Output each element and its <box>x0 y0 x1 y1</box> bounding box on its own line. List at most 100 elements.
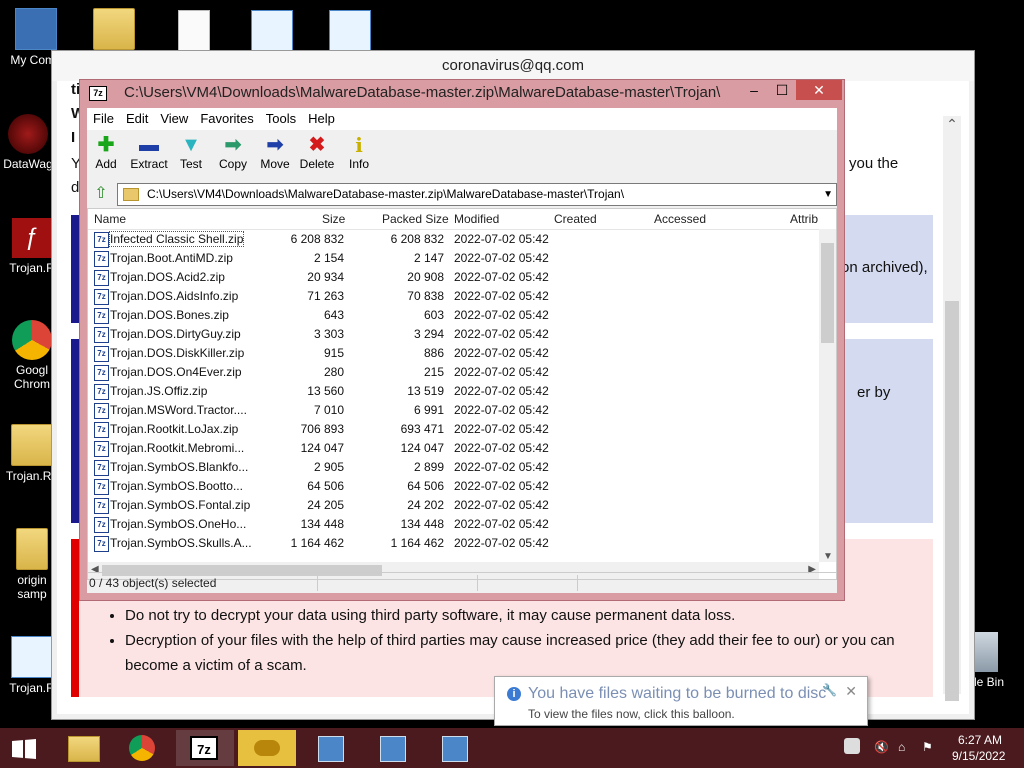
column-size[interactable]: Size <box>322 212 345 226</box>
file-packed-size: 603 <box>423 308 444 322</box>
note-scrollbar[interactable]: ⌃ <box>943 116 961 701</box>
note-scroll-thumb[interactable] <box>945 301 959 701</box>
file-packed-size: 693 471 <box>400 422 444 436</box>
file-modified: 2022-07-02 05:42 <box>454 422 549 436</box>
folder-doc-icon <box>11 424 53 466</box>
file-size: 13 560 <box>307 384 344 398</box>
file-row[interactable]: 7z Trojan.JS.Offiz.zip 13 560 13 519 2022-07… <box>88 381 818 400</box>
taskbar-7zip[interactable]: 7z <box>176 730 234 766</box>
burn-notification-balloon[interactable]: i You have files waiting to be burned to… <box>494 676 868 726</box>
wrench-icon[interactable]: 🔧 <box>822 683 837 697</box>
file-row[interactable]: 7z Trojan.DOS.Bones.zip 643 603 2022-07-02 0… <box>88 305 818 324</box>
file-row[interactable]: 7z Trojan.SymbOS.Skulls.A... 1 164 462 1 16… <box>88 533 818 552</box>
archive-icon: 7z <box>94 251 109 267</box>
file-size: 124 047 <box>300 441 344 455</box>
file-row[interactable]: 7z Trojan.SymbOS.OneHo... 134 448 134 448 20… <box>88 514 818 533</box>
scroll-down-icon[interactable]: ▼ <box>823 551 833 562</box>
column-modified[interactable]: Modified <box>454 212 499 226</box>
file-size: 1 164 462 <box>290 536 344 550</box>
file-row[interactable]: 7z Trojan.Boot.AntiMD.zip 2 154 2 147 2022-0… <box>88 248 818 267</box>
file-row[interactable]: 7z Trojan.SymbOS.Blankfo... 2 905 2 899 2022… <box>88 457 818 476</box>
file-size: 643 <box>323 308 344 322</box>
archive-icon: 7z <box>94 289 109 305</box>
file-row[interactable]: 7z Infected Classic Shell.zip 6 208 832 6 2… <box>88 229 818 248</box>
7zip-client: File Edit View Favorites Tools Help ✚ Add ▬ E… <box>87 108 837 593</box>
file-row[interactable]: 7z Trojan.SymbOS.Bootto... 64 506 64 506 202… <box>88 476 818 495</box>
add-button[interactable]: ✚ Add <box>84 133 128 171</box>
test-button[interactable]: ▼ Test <box>169 133 213 171</box>
network-icon[interactable]: ⌂ <box>898 740 905 754</box>
file-modified: 2022-07-02 05:42 <box>454 517 549 531</box>
file-row[interactable]: 7z Trojan.MSWord.Tractor.... 7 010 6 991 202… <box>88 400 818 419</box>
column-attrib[interactable]: Attrib <box>790 212 818 226</box>
start-icon <box>12 739 36 759</box>
scroll-up-icon[interactable]: ⌃ <box>943 116 961 133</box>
move-button[interactable]: ➡ Move <box>253 133 297 171</box>
taskbar-installer-1[interactable] <box>302 730 360 766</box>
menu-view[interactable]: View <box>154 108 194 130</box>
start-button[interactable] <box>0 730 48 766</box>
file-modified: 2022-07-02 05:42 <box>454 289 549 303</box>
file-row[interactable]: 7z Trojan.Rootkit.Mebromi... 124 047 124 04… <box>88 438 818 457</box>
chevron-down-icon[interactable]: ▼ <box>823 184 833 205</box>
vertical-scrollbar[interactable]: ▼ <box>819 229 836 562</box>
file-packed-size: 886 <box>423 346 444 360</box>
taskbar-installer-3[interactable] <box>426 730 484 766</box>
file-row[interactable]: 7z Trojan.DOS.AidsInfo.zip 71 263 70 838 202… <box>88 286 818 305</box>
info-button[interactable]: i Info <box>337 133 381 171</box>
delete-button[interactable]: ✖ Delete <box>295 133 339 171</box>
column-created[interactable]: Created <box>554 212 597 226</box>
column-name[interactable]: Name <box>94 212 126 226</box>
copy-button[interactable]: ➡ Copy <box>211 133 255 171</box>
address-input[interactable]: C:\Users\VM4\Downloads\MalwareDatabase-m… <box>117 183 837 206</box>
file-packed-size: 6 208 832 <box>390 232 444 246</box>
desktop-icon-app1[interactable] <box>236 10 308 55</box>
burn-tray-icon[interactable] <box>844 738 860 754</box>
taskbar-file-explorer[interactable] <box>54 730 112 766</box>
menu-help[interactable]: Help <box>302 108 341 130</box>
toolbar: ✚ Add ▬ Extract ▼ Test ➡ Copy ➡ Move ✖ D… <box>87 130 837 180</box>
archive-icon: 7z <box>94 365 109 381</box>
minimize-button[interactable]: – <box>740 80 768 100</box>
file-row[interactable]: 7z Trojan.SymbOS.Fontal.zip 24 205 24 202 20… <box>88 495 818 514</box>
menu-tools[interactable]: Tools <box>260 108 302 130</box>
desktop-icon-doc[interactable] <box>158 10 230 55</box>
status-divider <box>477 575 478 591</box>
move-icon: ➡ <box>266 134 284 156</box>
taskbar-installer-2[interactable] <box>364 730 422 766</box>
file-packed-size: 24 202 <box>407 498 444 512</box>
menu-favorites[interactable]: Favorites <box>194 108 259 130</box>
file-row[interactable]: 7z Trojan.DOS.On4Ever.zip 280 215 2022-07-02… <box>88 362 818 381</box>
extract-button[interactable]: ▬ Extract <box>127 133 171 171</box>
volume-muted-icon[interactable]: 🔇 <box>874 740 889 754</box>
7zip-titlebar[interactable]: 7z C:\Users\VM4\Downloads\MalwareDatabas… <box>80 80 844 106</box>
action-center-icon[interactable]: ⚑ <box>922 740 933 754</box>
archive-icon: 7z <box>94 536 109 552</box>
file-row[interactable]: 7z Trojan.DOS.DirtyGuy.zip 3 303 3 294 2022-… <box>88 324 818 343</box>
file-row[interactable]: 7z Trojan.DOS.DiskKiller.zip 915 886 2022-07… <box>88 343 818 362</box>
up-folder-icon[interactable]: ⇧ <box>91 184 111 204</box>
archive-icon: 7z <box>94 460 109 476</box>
close-button[interactable]: ✕ <box>796 80 842 100</box>
taskbar-chrome[interactable] <box>114 730 172 766</box>
flash-icon: ƒ <box>12 218 52 258</box>
clock-time[interactable]: 6:27 AM <box>958 733 1002 747</box>
file-row[interactable]: 7z Trojan.Rootkit.LoJax.zip 706 893 693 471… <box>88 419 818 438</box>
file-row[interactable]: 7z Trojan.DOS.Acid2.zip 20 934 20 908 2022-0… <box>88 267 818 286</box>
column-accessed[interactable]: Accessed <box>654 212 706 226</box>
taskbar-handshake[interactable] <box>238 730 296 766</box>
desktop-icon-folder[interactable] <box>78 8 150 53</box>
vertical-scroll-thumb[interactable] <box>821 243 834 343</box>
test-icon: ▼ <box>181 134 201 156</box>
file-modified: 2022-07-02 05:42 <box>454 346 549 360</box>
column-packed-size[interactable]: Packed Size <box>382 212 449 226</box>
maximize-button[interactable]: ☐ <box>768 80 796 100</box>
close-icon[interactable]: ✕ <box>845 683 857 700</box>
desktop-icon-app2[interactable] <box>314 10 386 55</box>
address-bar: ⇧ C:\Users\VM4\Downloads\MalwareDatabase… <box>87 182 837 206</box>
menu-edit[interactable]: Edit <box>120 108 154 130</box>
clock-date[interactable]: 9/15/2022 <box>952 749 1005 763</box>
file-packed-size: 134 448 <box>400 517 444 531</box>
status-divider <box>317 575 318 591</box>
menu-file[interactable]: File <box>87 108 120 130</box>
